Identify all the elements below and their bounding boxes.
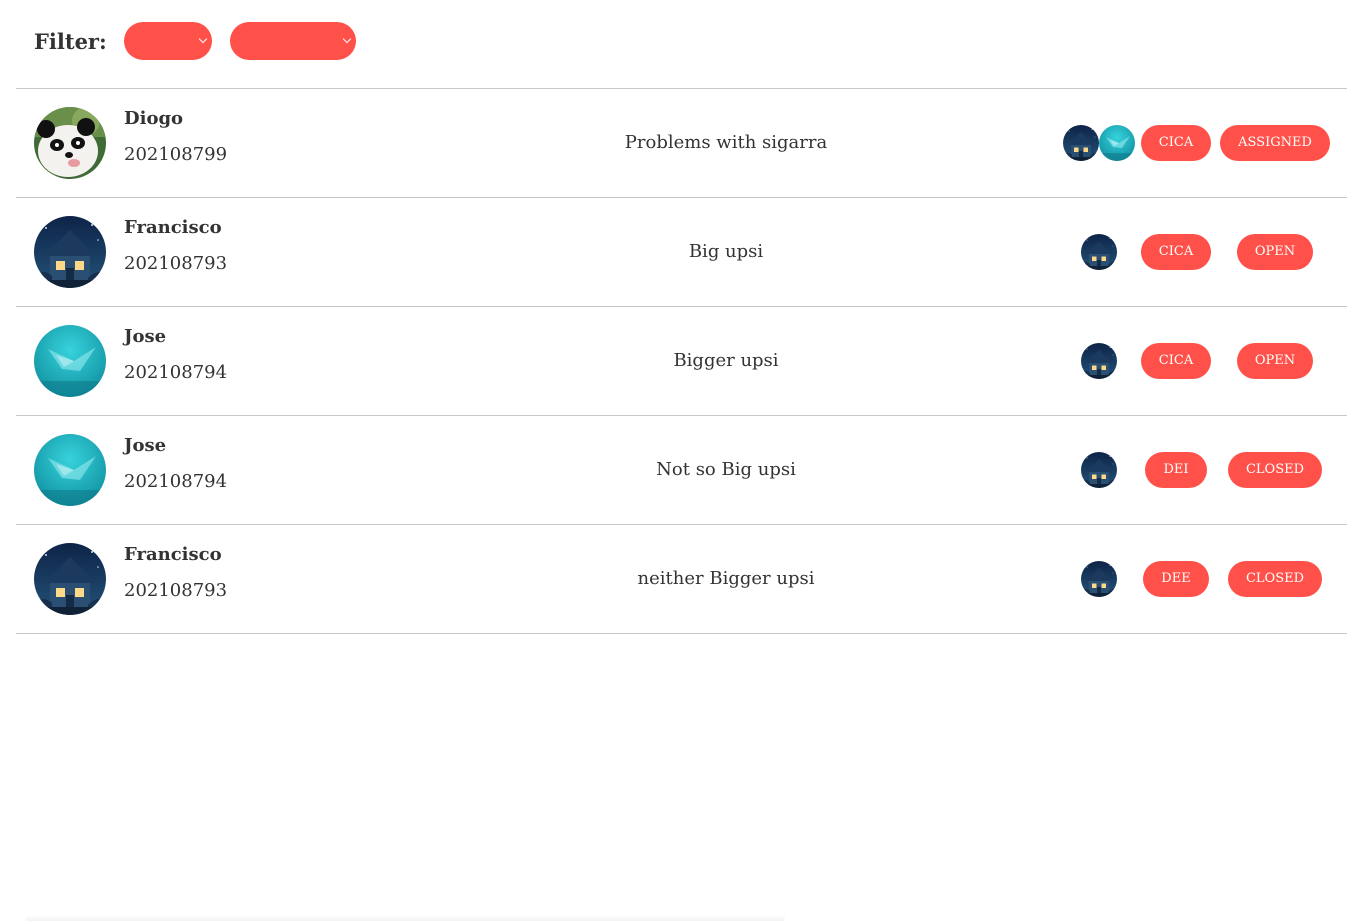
tag-cell: DEI — [1141, 452, 1211, 488]
department-tag-button[interactable]: CICA — [1140, 125, 1212, 161]
assignee-avatars — [1059, 452, 1139, 488]
author-number: 202108794 — [124, 362, 228, 383]
department-tag-button[interactable]: CICA — [1140, 343, 1212, 379]
author-name: Jose — [124, 435, 167, 456]
author-name: Francisco — [124, 217, 222, 238]
tag-cell: DEE — [1141, 561, 1211, 597]
status-badge-button[interactable]: OPEN — [1236, 343, 1314, 379]
author-name: Diogo — [124, 108, 184, 129]
department-tag-button[interactable]: CICA — [1140, 234, 1212, 270]
status-cell: CLOSED — [1221, 561, 1329, 597]
chevron-down-icon — [198, 34, 207, 44]
status-cell: ASSIGNED — [1220, 125, 1330, 161]
ticket-list-page: Filter: Diogo 202108799 Problems with siga… — [0, 0, 1363, 921]
department-tag-button[interactable]: DEI — [1145, 452, 1207, 488]
author-avatar — [34, 543, 106, 615]
assignee-avatar — [1081, 452, 1117, 488]
author-name: Jose — [124, 326, 167, 347]
department-tag-button[interactable]: DEE — [1143, 561, 1209, 597]
chevron-down-icon — [342, 34, 351, 44]
tag-filter-select[interactable] — [123, 22, 212, 60]
author-avatar — [34, 325, 106, 397]
status-cell: OPEN — [1221, 234, 1329, 270]
ticket-title[interactable]: Not so Big upsi — [576, 459, 876, 480]
author-avatar — [34, 107, 106, 179]
assignee-avatar — [1081, 234, 1117, 270]
assignee-avatar — [1081, 561, 1117, 597]
ticket-title[interactable]: neither Bigger upsi — [576, 568, 876, 589]
assignee-avatars — [1059, 234, 1139, 270]
author-name: Francisco — [124, 544, 222, 565]
status-badge-button[interactable]: CLOSED — [1227, 452, 1323, 488]
ticket-title[interactable]: Bigger upsi — [576, 350, 876, 371]
status-badge-button[interactable]: CLOSED — [1227, 561, 1323, 597]
status-filter-select[interactable] — [229, 22, 356, 60]
tag-cell: CICA — [1140, 343, 1212, 379]
status-badge-button[interactable]: ASSIGNED — [1220, 125, 1330, 161]
assignee-avatar — [1063, 125, 1099, 161]
ticket-title[interactable]: Problems with sigarra — [576, 132, 876, 153]
status-badge-button[interactable]: OPEN — [1236, 234, 1314, 270]
ticket-row[interactable]: Jose 202108794 Bigger upsi CICA OPEN — [16, 307, 1347, 416]
ticket-title[interactable]: Big upsi — [576, 241, 876, 262]
tag-cell: CICA — [1140, 234, 1212, 270]
ticket-row[interactable]: Francisco 202108793 neither Bigger upsi DE… — [16, 525, 1347, 634]
ticket-row[interactable]: Francisco 202108793 Big upsi CICA OPEN — [16, 198, 1347, 307]
filter-bar: Filter: — [34, 22, 374, 60]
author-avatar — [34, 216, 106, 288]
ticket-row[interactable]: Diogo 202108799 Problems with sigarra CI… — [16, 89, 1347, 198]
author-number: 202108793 — [124, 253, 228, 274]
ticket-list: Diogo 202108799 Problems with sigarra CI… — [16, 88, 1347, 634]
ticket-row[interactable]: Jose 202108794 Not so Big upsi DEI CLOSED — [16, 416, 1347, 525]
page-bottom-shadow — [25, 915, 785, 921]
author-avatar — [34, 434, 106, 506]
author-number: 202108799 — [124, 144, 228, 165]
tag-cell: CICA — [1140, 125, 1212, 161]
assignee-avatars — [1059, 343, 1139, 379]
author-number: 202108794 — [124, 471, 228, 492]
author-number: 202108793 — [124, 580, 228, 601]
assignee-avatars — [1059, 561, 1139, 597]
filter-label: Filter: — [34, 28, 107, 54]
assignee-avatar — [1099, 125, 1135, 161]
assignee-avatar — [1081, 343, 1117, 379]
assignee-avatars — [1059, 125, 1139, 161]
status-cell: CLOSED — [1221, 452, 1329, 488]
status-cell: OPEN — [1221, 343, 1329, 379]
